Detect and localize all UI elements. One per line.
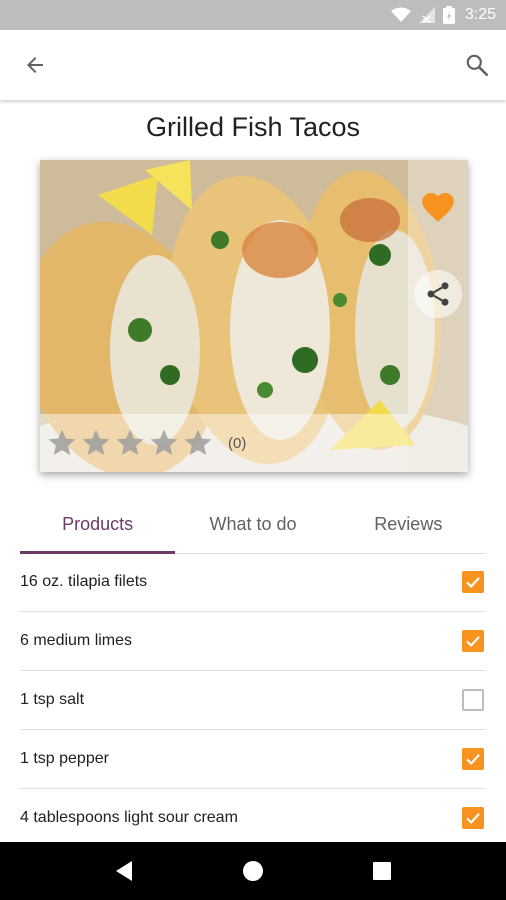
product-checkbox[interactable]	[462, 571, 484, 593]
wifi-icon	[390, 7, 411, 22]
star-icon	[184, 429, 212, 455]
product-checkbox[interactable]	[462, 689, 484, 711]
list-item: 16 oz. tilapia filets	[20, 553, 486, 612]
product-checkbox[interactable]	[462, 748, 484, 770]
checkmark-icon	[466, 813, 480, 825]
product-label: 4 tablespoons light sour cream	[20, 809, 238, 826]
checkmark-icon	[466, 754, 480, 766]
share-icon	[427, 282, 449, 306]
rating-stars[interactable]	[46, 427, 214, 459]
tab-what-to-do[interactable]: What to do	[175, 495, 330, 553]
search-button[interactable]	[453, 41, 501, 89]
list-item: 6 medium limes	[20, 612, 486, 671]
product-label: 1 tsp pepper	[20, 750, 109, 767]
list-item: 4 tablespoons light sour cream	[20, 789, 486, 848]
list-item: 1 tsp pepper	[20, 730, 486, 789]
product-checkbox[interactable]	[462, 630, 484, 652]
square-recents-icon	[372, 862, 391, 880]
heart-icon	[422, 192, 454, 222]
status-bar: 3:25	[0, 0, 506, 30]
star-icon	[150, 429, 178, 455]
arrow-left-icon	[27, 57, 43, 73]
tab-reviews[interactable]: Reviews	[331, 495, 486, 553]
nav-back-button[interactable]	[100, 847, 148, 895]
circle-home-icon	[242, 861, 263, 881]
search-icon	[466, 54, 489, 77]
battery-icon	[442, 6, 455, 24]
rating-count: (0)	[228, 434, 247, 452]
back-button[interactable]	[11, 41, 59, 89]
share-button[interactable]	[414, 270, 462, 318]
triangle-back-icon	[116, 861, 133, 881]
star-icon	[116, 429, 144, 455]
favorite-button[interactable]	[414, 182, 462, 230]
product-label: 6 medium limes	[20, 632, 133, 649]
recipe-title: Grilled Fish Tacos	[145, 112, 361, 142]
recipe-tabs: Products What to do Reviews	[20, 495, 486, 554]
nav-recents-button[interactable]	[358, 847, 406, 895]
signal-icon	[418, 7, 435, 23]
rating-bar: (0)	[40, 414, 408, 472]
app-bar	[0, 30, 506, 100]
checkmark-icon	[466, 577, 480, 589]
list-item: 1 tsp salt	[20, 671, 486, 730]
tab-products[interactable]: Products	[20, 495, 176, 554]
system-nav-bar	[0, 842, 506, 900]
nav-home-button[interactable]	[229, 847, 277, 895]
products-list: 16 oz. tilapia filets 6 medium limes 1 t…	[20, 553, 486, 848]
product-label: 1 tsp salt	[20, 691, 85, 708]
status-icons: 3:25	[390, 0, 496, 30]
star-icon	[48, 429, 76, 455]
recipe-image[interactable]: (0)	[40, 160, 468, 472]
status-time: 3:25	[464, 6, 496, 23]
product-checkbox[interactable]	[462, 807, 484, 829]
star-icon	[82, 429, 110, 455]
checkmark-icon	[466, 636, 480, 648]
product-label: 16 oz. tilapia filets	[20, 573, 148, 590]
